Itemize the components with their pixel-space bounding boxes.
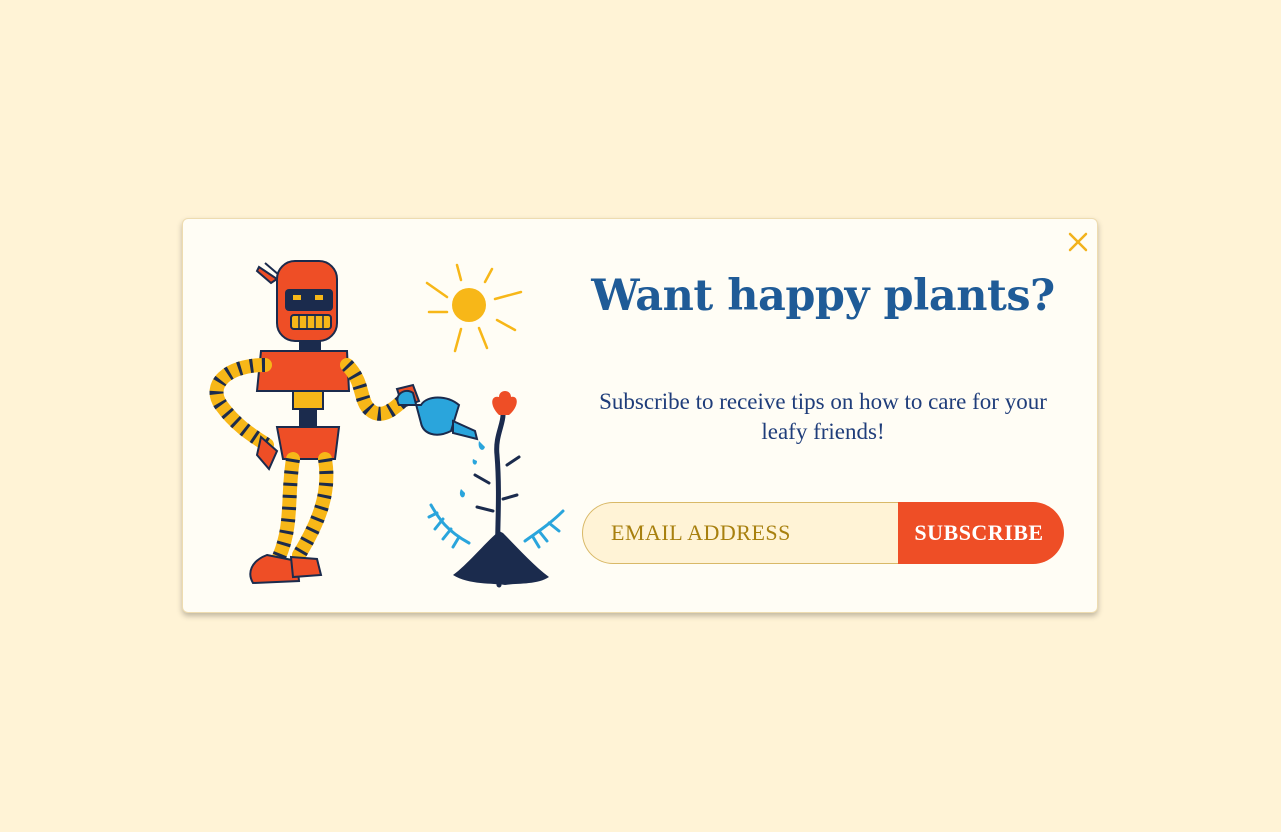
modal-subtitle: Subscribe to receive tips on how to care… [599, 389, 1047, 444]
subscribe-form: SUBSCRIBE [582, 502, 1064, 564]
modal-title: Want happy plants? [591, 271, 1055, 321]
subscribe-modal: Want happy plants? Subscribe to receive … [182, 218, 1098, 613]
email-field[interactable] [582, 502, 898, 564]
close-button[interactable] [1065, 229, 1091, 255]
watering-can-icon [396, 389, 485, 498]
robot-figure [209, 260, 421, 585]
close-icon [1068, 232, 1088, 252]
subscribe-button[interactable]: SUBSCRIBE [898, 502, 1064, 564]
sun-icon [425, 263, 523, 353]
robot-watering-plant-illustration [209, 260, 565, 588]
